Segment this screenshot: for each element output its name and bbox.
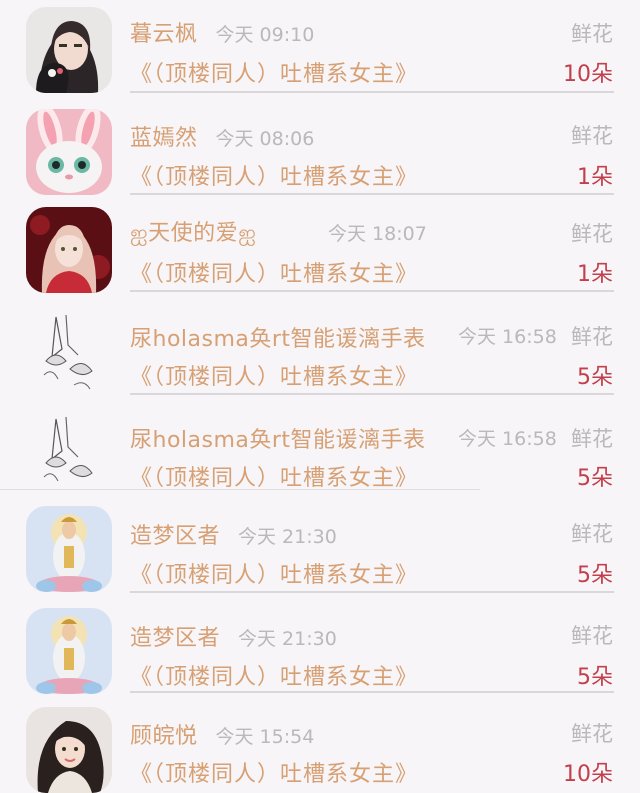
list-item[interactable]: 尿holasma奂rt智能谖漓手表 今天 16:58 鲜花 《（顶楼同人）吐槽系… <box>0 400 640 500</box>
send-time: 今天 18:07 <box>328 223 427 245</box>
sender-name: ஐ天使的爱ஐ <box>130 221 257 246</box>
name-decoration-right: ஐ <box>238 221 257 246</box>
book-title-link[interactable]: 《（顶楼同人）吐槽系女主》 <box>130 659 418 691</box>
gift-type: 鲜花 <box>571 722 613 746</box>
send-time: 今天 08:06 <box>215 128 315 150</box>
send-time: 今天 21:30 <box>238 526 337 548</box>
name-decoration-left: ஐ <box>130 221 149 246</box>
book-title-link[interactable]: 《（顶楼同人）吐槽系女主》 <box>130 557 418 589</box>
book-title-link[interactable]: 《（顶楼同人）吐槽系女主》 <box>130 756 418 788</box>
sender-name: 尿holasma奂rt智能谖漓手表 <box>130 327 426 352</box>
sender-name: 顾皖悦 今天 15:54 <box>130 724 315 749</box>
gift-count: 5朵 <box>577 665 613 690</box>
gift-count: 1朵 <box>577 165 613 190</box>
gift-type: 鲜花 <box>571 22 613 46</box>
list-item[interactable]: 蓝嫣然 今天 08:06 鲜花 《（顶楼同人）吐槽系女主》 1朵 <box>0 100 640 200</box>
book-title-link[interactable]: 《（顶楼同人）吐槽系女主》 <box>130 56 418 88</box>
gift-type: 鲜花 <box>571 522 613 546</box>
divider <box>0 489 480 490</box>
divider <box>130 193 614 195</box>
book-title-link[interactable]: 《（顶楼同人）吐槽系女主》 <box>130 159 418 191</box>
flower-gift-list: 暮云枫 今天 09:10 鲜花 《（顶楼同人）吐槽系女主》 10朵 蓝嫣然 今天 0… <box>0 0 640 793</box>
divider <box>130 290 614 292</box>
avatar[interactable] <box>26 608 112 694</box>
avatar[interactable] <box>26 207 112 293</box>
list-item[interactable]: 造梦区者 今天 21:30 鲜花 《（顶楼同人）吐槽系女主》 5朵 <box>0 600 640 700</box>
gift-count: 10朵 <box>563 762 613 787</box>
sender-name: 蓝嫣然 今天 08:06 <box>130 126 315 151</box>
list-item[interactable]: 暮云枫 今天 09:10 鲜花 《（顶楼同人）吐槽系女主》 10朵 <box>0 0 640 100</box>
avatar[interactable] <box>26 7 112 93</box>
gift-type: 鲜花 <box>571 222 613 246</box>
divider <box>130 91 614 93</box>
sender-name: 造梦区者 今天 21:30 <box>130 524 337 549</box>
gift-type: 鲜花 <box>571 624 613 648</box>
gift-count: 5朵 <box>577 365 613 390</box>
gift-type: 鲜花 <box>571 325 613 349</box>
avatar[interactable] <box>26 707 112 793</box>
gift-count: 1朵 <box>577 262 613 287</box>
list-item[interactable]: 顾皖悦 今天 15:54 鲜花 《（顶楼同人）吐槽系女主》 10朵 <box>0 700 640 793</box>
divider <box>130 591 614 593</box>
avatar[interactable] <box>26 506 112 592</box>
list-item[interactable]: 造梦区者 今天 21:30 鲜花 《（顶楼同人）吐槽系女主》 5朵 <box>0 498 640 598</box>
sender-name: 造梦区者 今天 21:30 <box>130 626 337 651</box>
sender-name: 暮云枫 今天 09:10 <box>130 22 315 47</box>
avatar[interactable] <box>26 309 112 395</box>
gift-count: 5朵 <box>577 563 613 588</box>
gift-count: 10朵 <box>563 62 613 87</box>
gift-count: 5朵 <box>577 466 613 491</box>
list-item[interactable]: 尿holasma奂rt智能谖漓手表 今天 16:58 鲜花 《（顶楼同人）吐槽系… <box>0 300 640 400</box>
sender-name: 尿holasma奂rt智能谖漓手表 <box>130 428 426 453</box>
avatar[interactable] <box>26 411 112 489</box>
send-time: 今天 21:30 <box>238 628 337 650</box>
book-title-link[interactable]: 《（顶楼同人）吐槽系女主》 <box>130 256 418 288</box>
send-time: 今天 15:54 <box>215 726 315 748</box>
gift-type: 鲜花 <box>571 124 613 148</box>
book-title-link[interactable]: 《（顶楼同人）吐槽系女主》 <box>130 460 418 492</box>
send-time: 今天 09:10 <box>215 24 315 46</box>
send-time: 今天 16:58 <box>458 326 557 348</box>
list-item[interactable]: ஐ天使的爱ஐ 今天 18:07 鲜花 《（顶楼同人）吐槽系女主》 1朵 <box>0 200 640 300</box>
send-time: 今天 16:58 <box>458 428 557 450</box>
book-title-link[interactable]: 《（顶楼同人）吐槽系女主》 <box>130 359 418 391</box>
gift-type: 鲜花 <box>571 427 613 451</box>
divider <box>130 691 614 693</box>
avatar[interactable] <box>26 109 112 195</box>
divider <box>130 393 614 395</box>
